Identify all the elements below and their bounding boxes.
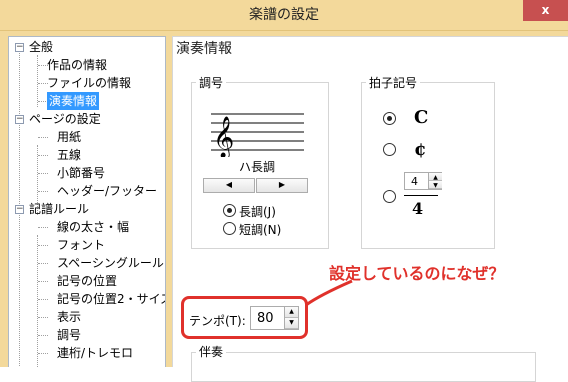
minor-radio[interactable] bbox=[223, 222, 236, 235]
highlight-box bbox=[181, 296, 308, 339]
key-signature-group-label: 調号 bbox=[196, 74, 227, 91]
treble-clef-icon: 𝄞 bbox=[213, 116, 234, 157]
collapse-icon[interactable]: − bbox=[15, 205, 24, 214]
major-label[interactable]: 長調(J) bbox=[239, 203, 276, 220]
numerator-spinner[interactable]: 4 ▲ ▼ bbox=[404, 172, 442, 190]
collapse-icon[interactable]: − bbox=[15, 43, 24, 52]
denominator-value: 4 bbox=[412, 199, 424, 218]
tree-item-measure-number[interactable]: 小節番号 bbox=[57, 164, 105, 182]
tree-item-key-signature[interactable]: 調号 bbox=[57, 326, 81, 344]
key-prev-button[interactable]: ◀ bbox=[203, 178, 255, 193]
collapse-icon[interactable]: − bbox=[15, 115, 24, 124]
tree-item-work-info[interactable]: 作品の情報 bbox=[47, 56, 107, 74]
arrow-right-icon: ▶ bbox=[278, 180, 286, 189]
custom-time-radio[interactable] bbox=[383, 190, 396, 203]
time-signature-group-label: 拍子記号 bbox=[366, 74, 421, 91]
tree-item-staff[interactable]: 五線 bbox=[57, 146, 81, 164]
key-next-button[interactable]: ▶ bbox=[256, 178, 308, 193]
tree-item-symbol-position[interactable]: 記号の位置 bbox=[57, 272, 117, 290]
fraction-line bbox=[404, 195, 438, 196]
tree-item-spacing-rules[interactable]: スペーシングルール bbox=[57, 254, 164, 272]
arrow-left-icon: ◀ bbox=[225, 180, 233, 189]
cut-time-radio[interactable] bbox=[383, 143, 396, 156]
spin-up-icon[interactable]: ▲ bbox=[429, 173, 442, 181]
settings-tree[interactable]: − 全般 作品の情報 ファイルの情報 演奏情報 − ページの設定 用紙 五線 小… bbox=[8, 36, 166, 367]
close-button[interactable]: x bbox=[523, 0, 568, 21]
common-time-radio[interactable] bbox=[383, 112, 396, 125]
tree-item-notation-rules[interactable]: 記譜ルール bbox=[29, 200, 89, 218]
tree-item-font[interactable]: フォント bbox=[57, 236, 105, 254]
cut-time-symbol: ¢ bbox=[414, 139, 427, 160]
tree-item-file-info[interactable]: ファイルの情報 bbox=[47, 74, 131, 92]
common-time-symbol: C bbox=[414, 107, 429, 128]
minor-label[interactable]: 短調(N) bbox=[239, 221, 281, 238]
tree-item-paper[interactable]: 用紙 bbox=[57, 128, 81, 146]
staff-preview: 𝄞 bbox=[211, 113, 304, 157]
accompaniment-group-label: 伴奏 bbox=[196, 343, 227, 360]
tree-item-performance-info[interactable]: 演奏情報 bbox=[47, 92, 100, 110]
tree-item-display[interactable]: 表示 bbox=[57, 308, 81, 326]
annotation-text: 設定しているのになぜ？ bbox=[329, 264, 505, 283]
key-name-label: ハ長調 bbox=[239, 160, 276, 174]
spin-down-icon[interactable]: ▼ bbox=[429, 181, 442, 189]
tree-item-symbol-position2[interactable]: 記号の位置2・サイズ bbox=[57, 290, 165, 308]
window-title: 楽譜の設定 bbox=[249, 7, 319, 23]
numerator-value: 4 bbox=[411, 175, 418, 188]
panel-heading: 演奏情報 bbox=[176, 41, 232, 57]
tree-item-page-settings[interactable]: ページの設定 bbox=[29, 110, 101, 128]
tree-item-header-footer[interactable]: ヘッダー/フッター bbox=[57, 182, 157, 200]
tree-item-beam-tremolo[interactable]: 連桁/トレモロ bbox=[57, 344, 133, 362]
major-radio[interactable] bbox=[223, 204, 236, 217]
tree-item-general[interactable]: 全般 bbox=[29, 38, 53, 56]
accompaniment-group bbox=[191, 352, 536, 382]
tree-item-line-width[interactable]: 線の太さ・幅 bbox=[57, 218, 129, 236]
